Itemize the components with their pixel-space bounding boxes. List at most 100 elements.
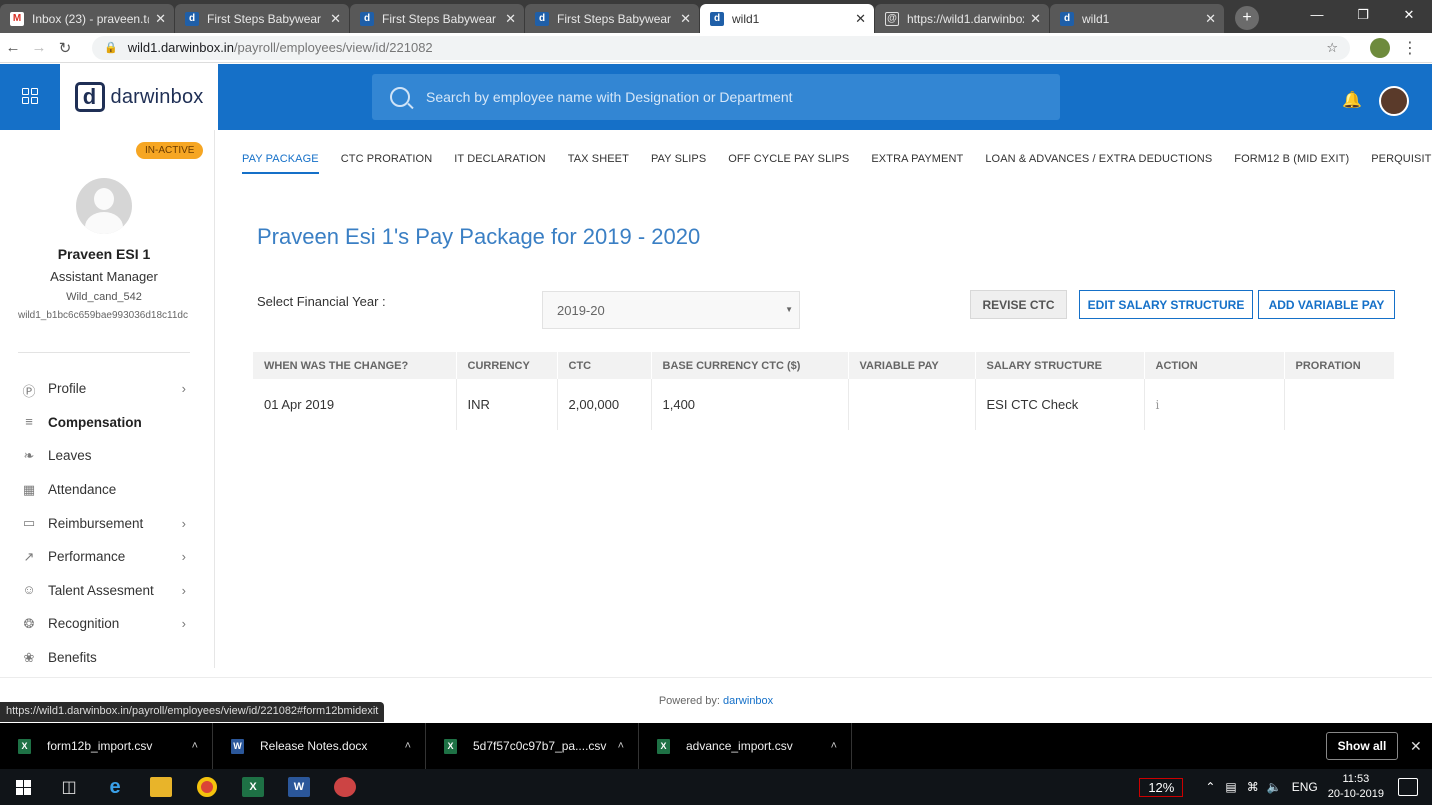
sidebar-item-leaves[interactable]: ❧ Leaves [0,439,214,473]
minimize-icon[interactable]: — [1294,0,1340,30]
tab-off-cycle-pay-slips[interactable]: OFF CYCLE PAY SLIPS [728,153,849,174]
sidebar-item-benefits[interactable]: ❀ Benefits [0,641,214,668]
excel-file-icon: X [657,738,670,754]
tab-pay-slips[interactable]: PAY SLIPS [651,153,706,174]
browser-tab[interactable]: d wild1 ✕ [700,4,874,33]
close-downloads-icon[interactable]: ✕ [1410,738,1422,755]
app-header: d darwinbox Search by employee name with… [0,64,1432,130]
darwinbox-logo[interactable]: d darwinbox [60,64,218,130]
reload-icon[interactable]: ↻ [52,39,78,57]
browser-tab[interactable]: d First Steps Babywear Pv ✕ [525,4,699,33]
show-all-downloads-button[interactable]: Show all [1326,732,1398,760]
benefits-icon: ❀ [23,649,35,665]
edge-icon[interactable]: e [92,769,138,805]
pay-package-table: WHEN WAS THE CHANGE? CURRENCY CTC BASE CURR… [253,352,1394,430]
financial-year-label: Select Financial Year : [257,294,386,309]
info-icon[interactable]: i [1156,398,1160,412]
browser-tab-title: Inbox (23) - praveen.t@ [32,11,150,26]
search-placeholder: Search by employee name with Designation… [426,89,793,105]
action-center-icon[interactable] [1398,778,1418,796]
sidebar-item-reimbursement[interactable]: ▭ Reimbursement › [0,506,214,540]
table-cell: i [1144,379,1285,430]
download-item[interactable]: Xadvance_import.csv ˄ [639,723,852,769]
forward-icon[interactable]: → [26,39,52,56]
new-tab-icon[interactable]: + [1235,6,1259,30]
browser-menu-icon[interactable]: ⋮ [1402,38,1418,58]
close-tab-icon[interactable]: ✕ [680,11,691,27]
browser-tab-title: wild1 [732,11,760,26]
sidebar-item-performance[interactable]: ↗ Performance › [0,540,214,574]
close-window-icon[interactable]: ✕ [1386,0,1432,30]
tab-extra-payment[interactable]: EXTRA PAYMENT [871,153,963,174]
chrome-icon[interactable] [184,769,230,805]
network-icon[interactable]: ▤ [1225,780,1236,794]
snipping-tool-icon[interactable] [322,769,368,805]
revise-ctc-button[interactable]: REVISE CTC [970,290,1067,319]
browser-tab[interactable]: d First Steps Babywear Pv ✕ [175,4,349,33]
tray-chevron-icon[interactable]: ⌃ [1205,780,1215,794]
sidebar-item-attendance[interactable]: ▦ Attendance [0,473,214,507]
chevron-up-icon[interactable]: ˄ [405,740,411,752]
clock[interactable]: 11:53 20-10-2019 [1328,772,1384,802]
tab-tax-sheet[interactable]: TAX SHEET [568,153,629,174]
employee-id: wild1_b1bc6c659bae993036d18c11dc [18,310,188,321]
download-item[interactable]: W Release Notes.docx ˄ [213,723,426,769]
table-cell: INR [456,379,558,430]
close-tab-icon[interactable]: ✕ [330,11,341,27]
column-header: VARIABLE PAY [848,352,976,379]
download-item[interactable]: Xform12b_import.csv ˄ [0,723,213,769]
employee-search-input[interactable]: Search by employee name with Designation… [372,74,1060,120]
profile-avatar-icon[interactable] [1370,37,1390,58]
close-tab-icon[interactable]: ✕ [155,11,166,27]
url-input[interactable]: 🔒 wild1.darwinbox.in/payroll/employees/v… [92,35,1350,60]
close-tab-icon[interactable]: ✕ [855,11,866,27]
back-icon[interactable]: ← [0,39,26,56]
chevron-up-icon[interactable]: ˄ [618,740,624,752]
browser-tab[interactable]: @ https://wild1.darwinbox ✕ [875,4,1049,33]
download-item[interactable]: X 5d7f57c0c97b7_pa....csv ˄ [426,723,639,769]
sidebar-item-label: Compensation [48,414,142,430]
sidebar-item-compensation[interactable]: ≡ Compensation [0,406,214,440]
tab-perquisite[interactable]: PERQUISITE [1371,153,1432,174]
sidebar-item-talent-assesment[interactable]: ☺ Talent Assesment › [0,574,214,608]
battery-indicator[interactable]: 12% [1139,777,1184,797]
tab-loan-advances-extra-deductions[interactable]: LOAN & ADVANCES / EXTRA DEDUCTIONS [985,153,1212,174]
url-host: wild1.darwinbox.in [127,40,234,55]
bookmark-star-icon[interactable]: ☆ [1326,40,1338,56]
volume-icon[interactable]: 🔈 [1267,780,1282,794]
add-variable-pay-button[interactable]: ADD VARIABLE PAY [1258,290,1395,319]
employee-candidate-code: Wild_cand_542 [66,291,142,303]
sidebar-item-recognition[interactable]: ❂ Recognition › [0,607,214,641]
notification-bell-icon[interactable]: 🔔 [1342,90,1362,110]
language-indicator[interactable]: ENG [1292,780,1318,794]
browser-tab[interactable]: M Inbox (23) - praveen.t@ ✕ [0,4,174,33]
tab-form12-b-mid-exit[interactable]: FORM12 B (MID EXIT) [1234,153,1349,174]
browser-tab[interactable]: d First Steps Babywear Pv ✕ [350,4,524,33]
powered-by-brand-link[interactable]: darwinbox [723,695,773,707]
sidebar-item-profile[interactable]: Ⓟ Profile › [0,372,214,406]
person-circle-icon: Ⓟ [22,383,36,399]
windows-start-icon[interactable] [0,769,46,805]
financial-year-select[interactable]: 2019-20 ▼ [542,291,800,329]
close-tab-icon[interactable]: ✕ [505,11,516,27]
browser-tab[interactable]: d wild1 ✕ [1050,4,1224,33]
chevron-up-icon[interactable]: ˄ [192,740,198,752]
tab-it-declaration[interactable]: IT DECLARATION [454,153,545,174]
chevron-up-icon[interactable]: ˄ [831,740,837,752]
table-cell [848,379,976,430]
apps-grid-icon[interactable] [22,88,38,104]
tab-pay-package[interactable]: PAY PACKAGE [242,153,319,174]
close-tab-icon[interactable]: ✕ [1205,11,1216,27]
darwinbox-icon: d [1060,11,1074,26]
excel-icon[interactable]: X [230,769,276,805]
task-view-icon[interactable]: ◫ [46,769,92,805]
close-tab-icon[interactable]: ✕ [1030,11,1041,27]
wifi-icon[interactable]: ⌘ [1247,780,1259,794]
browser-tab-title: First Steps Babywear Pv [382,11,499,26]
user-avatar[interactable] [1379,86,1409,116]
maximize-icon[interactable]: ❐ [1340,0,1386,30]
tab-ctc-proration[interactable]: CTC PRORATION [341,153,433,174]
word-icon[interactable]: W [276,769,322,805]
edit-salary-structure-button[interactable]: EDIT SALARY STRUCTURE [1079,290,1253,319]
file-explorer-icon[interactable] [138,769,184,805]
